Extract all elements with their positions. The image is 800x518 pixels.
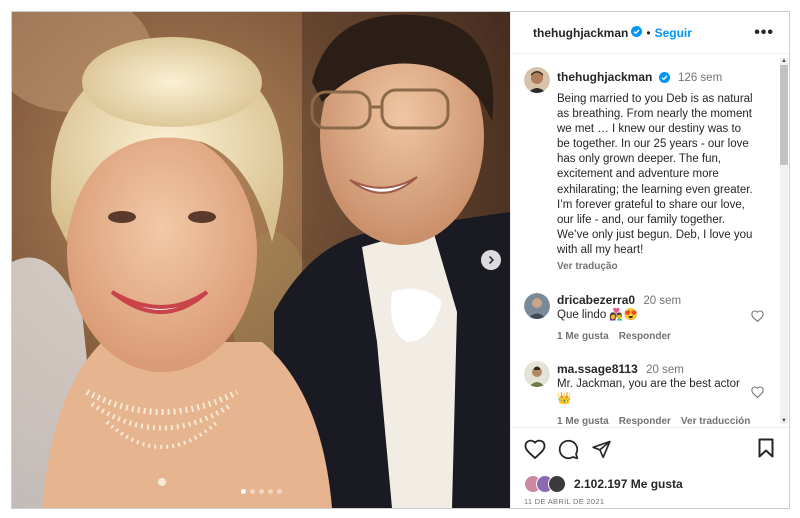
carousel-dot <box>250 489 255 494</box>
bookmark-icon[interactable] <box>758 438 774 463</box>
verified-badge-icon <box>658 72 670 86</box>
post-modal: thehughjackman • Seguir ••• thehughjackm… <box>11 11 790 509</box>
comment-text: Que lindo 👩‍❤️‍👨😍 <box>557 309 639 321</box>
next-photo-button[interactable] <box>481 250 501 270</box>
caption-username[interactable]: thehughjackman <box>557 70 652 84</box>
post-footer: 2.102.197 Me gusta 11 DE ABRIL DE 2021 <box>511 427 789 508</box>
author-username[interactable]: thehughjackman <box>533 26 628 40</box>
carousel-dot <box>268 489 273 494</box>
comment-header: dricabezerra0 20 sem <box>557 293 681 307</box>
liker-avatar <box>548 475 566 493</box>
post-header: thehughjackman • Seguir ••• <box>511 12 789 54</box>
more-options-icon[interactable]: ••• <box>754 24 774 42</box>
share-icon[interactable] <box>591 439 612 465</box>
comment-icon[interactable] <box>558 439 579 465</box>
comment-likes-count[interactable]: 1 Me gusta <box>557 416 609 427</box>
commenter-username[interactable]: ma.ssage8113 <box>557 362 638 376</box>
reply-button[interactable]: Responder <box>619 331 671 342</box>
comment-text: Mr. Jackman, you are the best actor 👑 <box>557 378 740 405</box>
action-icons <box>524 439 612 465</box>
see-translation-link[interactable]: Ver tradução <box>557 261 618 272</box>
comments-list[interactable]: thehughjackman 126 sem Being married to … <box>511 55 789 427</box>
post-details-panel: thehughjackman • Seguir ••• thehughjackm… <box>510 12 789 508</box>
follow-button[interactable]: Seguir <box>655 26 692 40</box>
author-avatar[interactable] <box>524 67 550 93</box>
separator: • <box>646 25 651 40</box>
comment-actions: 1 Me gusta Responder Ver traducción <box>557 416 750 427</box>
wedding-photo-illustration <box>12 12 510 508</box>
verified-badge-icon <box>631 24 643 42</box>
carousel-dot <box>241 489 246 494</box>
comment-actions: 1 Me gusta Responder <box>557 331 671 342</box>
commenter-avatar[interactable] <box>524 361 550 387</box>
comment-likes-count[interactable]: 1 Me gusta <box>557 331 609 342</box>
like-comment-heart-icon[interactable] <box>751 385 764 403</box>
carousel-dot <box>277 489 282 494</box>
post-photo[interactable] <box>12 12 510 508</box>
next-arrow-icon <box>488 255 495 265</box>
comment-time: 20 sem <box>646 364 684 376</box>
comment-time: 20 sem <box>643 295 682 307</box>
carousel-dot <box>259 489 264 494</box>
comments-scrollbar[interactable]: ▲ ▼ <box>780 58 788 424</box>
heart-icon[interactable] <box>524 439 546 465</box>
liker-avatars[interactable] <box>524 475 570 493</box>
caption-header: thehughjackman 126 sem <box>557 70 722 86</box>
likes-count[interactable]: 2.102.197 Me gusta <box>574 477 683 491</box>
carousel-indicator <box>241 489 282 494</box>
reply-button[interactable]: Responder <box>619 416 671 427</box>
caption-time: 126 sem <box>678 72 723 84</box>
commenter-username[interactable]: dricabezerra0 <box>557 293 635 307</box>
commenter-avatar[interactable] <box>524 293 550 319</box>
post-date[interactable]: 11 DE ABRIL DE 2021 <box>524 497 604 506</box>
see-translation-link[interactable]: Ver traducción <box>681 416 750 427</box>
scroll-up-arrow-icon[interactable]: ▲ <box>780 58 788 64</box>
scrollbar-thumb[interactable] <box>780 65 788 165</box>
comment-header: ma.ssage8113 20 sem <box>557 362 684 376</box>
likes-row: 2.102.197 Me gusta <box>524 475 683 493</box>
scroll-down-arrow-icon[interactable]: ▼ <box>780 418 788 424</box>
like-comment-heart-icon[interactable] <box>751 309 764 327</box>
caption-text: Being married to you Deb is as natural a… <box>557 93 753 256</box>
